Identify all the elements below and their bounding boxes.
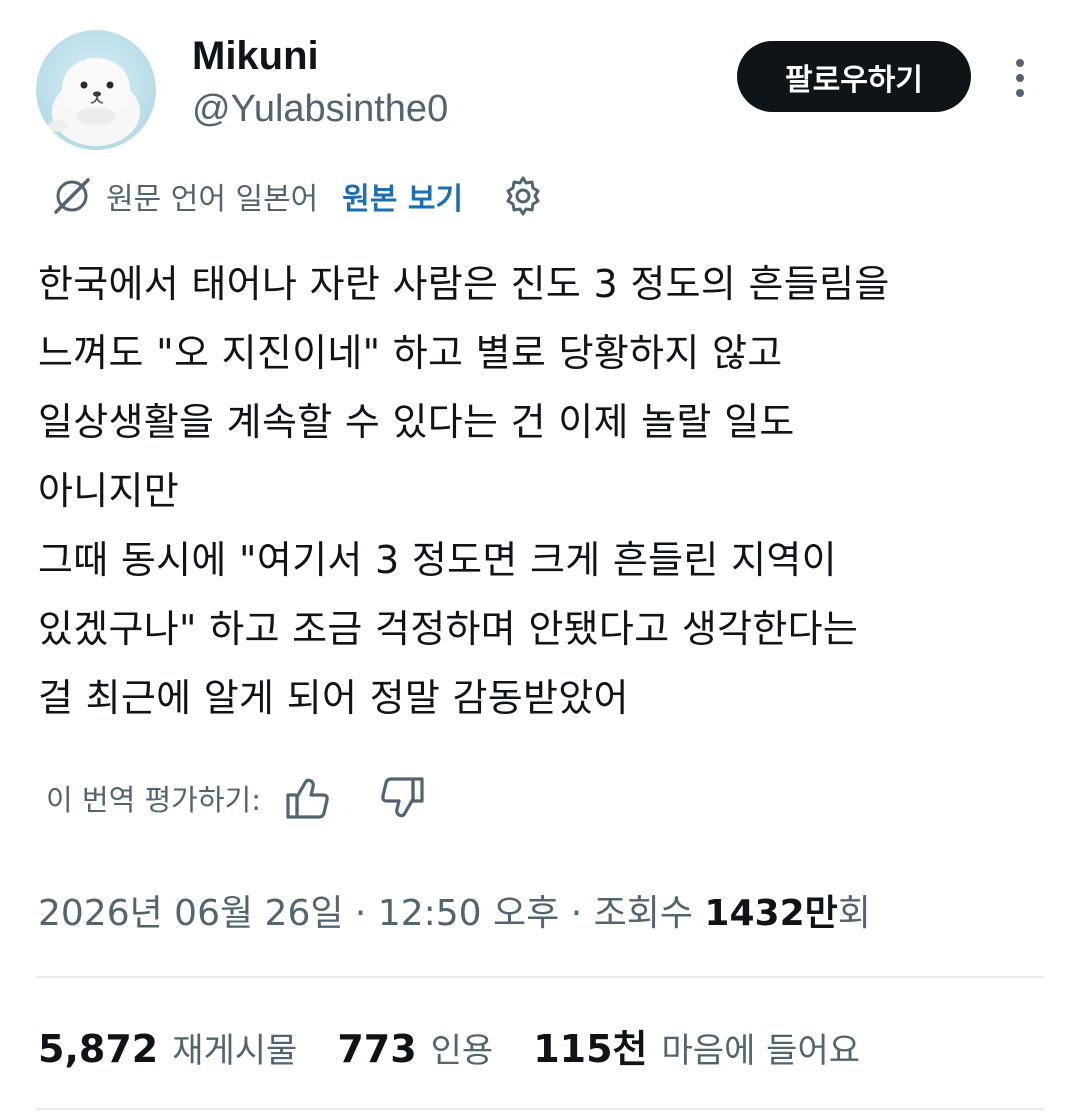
likes-count: 115천: [533, 1027, 648, 1071]
reposts-count: 5,872: [38, 1027, 159, 1071]
translate-icon: [54, 178, 90, 214]
translation-bar: 원문 언어 일본어 원본 보기: [50, 174, 545, 218]
meta-separator: ·: [559, 893, 594, 934]
tweet-date[interactable]: 2026년 06월 26일: [38, 893, 343, 934]
quotes-count: 773: [337, 1027, 417, 1071]
views-suffix: 회: [837, 893, 871, 934]
seal-avatar-icon: [48, 58, 140, 146]
tweet-meta: 2026년 06월 26일 · 12:50 오후 · 조회수 1432만회: [38, 884, 871, 936]
engagement-stats: 5,872 재게시물 773 인용 115천 마음에 들어요: [38, 1018, 900, 1073]
views-count: 1432만: [704, 893, 838, 934]
meta-separator: ·: [343, 893, 378, 934]
likes-label: 마음에 들어요: [661, 1031, 861, 1071]
reposts-stat[interactable]: 5,872 재게시물: [38, 1023, 297, 1072]
author-handle[interactable]: @Yulabsinthe0: [192, 88, 448, 131]
tweet-time[interactable]: 12:50 오후: [378, 893, 559, 934]
likes-stat[interactable]: 115천 마음에 들어요: [533, 1018, 860, 1073]
thumbs-down-icon[interactable]: [377, 773, 427, 823]
translation-note: 원문 언어 일본어: [106, 182, 319, 217]
more-options-button[interactable]: [1000, 56, 1040, 100]
views-label: 조회수: [593, 893, 705, 934]
avatar[interactable]: [36, 30, 156, 150]
divider: [36, 1108, 1044, 1110]
divider: [36, 976, 1044, 978]
show-original-link[interactable]: 원본 보기: [342, 174, 463, 218]
gear-icon[interactable]: [501, 174, 545, 218]
quotes-label: 인용: [430, 1031, 494, 1071]
author-display-name[interactable]: Mikuni: [192, 34, 319, 79]
follow-button[interactable]: 팔로우하기: [737, 41, 971, 112]
reposts-label: 재게시물: [172, 1031, 298, 1071]
tweet-text: 한국에서 태어나 자란 사람은 진도 3 정도의 흔들림을 느껴도 "오 지진이…: [38, 262, 890, 720]
rate-translation-label: 이 번역 평가하기:: [46, 783, 261, 817]
more-vertical-icon: [1016, 59, 1024, 97]
quotes-stat[interactable]: 773 인용: [337, 1023, 493, 1072]
rate-translation: 이 번역 평가하기:: [46, 772, 471, 824]
thumbs-up-icon[interactable]: [283, 773, 333, 823]
